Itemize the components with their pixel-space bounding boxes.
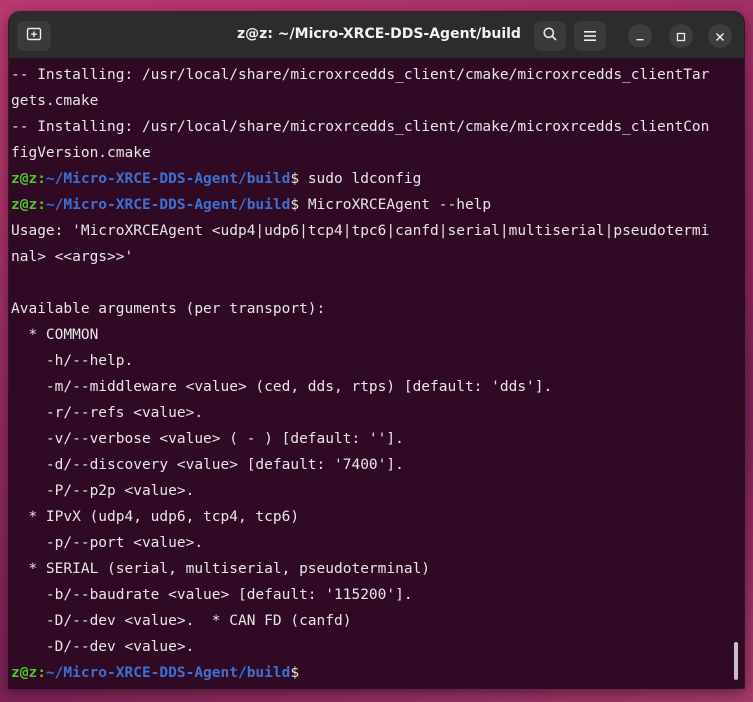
output-line: -b/--baudrate <value> [default: '115200'… bbox=[11, 587, 413, 603]
search-button[interactable] bbox=[534, 21, 566, 51]
output-line: -d/--discovery <value> [default: '7400']… bbox=[11, 457, 404, 473]
title-bar: z@z: ~/Micro-XRCE-DDS-Agent/build bbox=[9, 12, 744, 59]
output-line: figVersion.cmake bbox=[11, 145, 151, 161]
output-line: -- Installing: /usr/local/share/microxrc… bbox=[11, 67, 710, 83]
minimize-button[interactable] bbox=[628, 24, 652, 48]
prompt-line: z@z:~/Micro-XRCE-DDS-Agent/build$ bbox=[11, 660, 731, 686]
hamburger-menu-icon bbox=[583, 27, 597, 46]
output-line: -v/--verbose <value> ( - ) [default: '']… bbox=[11, 431, 404, 447]
maximize-button[interactable] bbox=[669, 24, 693, 48]
output-line: -p/--port <value>. bbox=[11, 535, 204, 551]
prompt-command: $ sudo ldconfig bbox=[290, 171, 422, 187]
output-line: -h/--help. bbox=[11, 353, 134, 369]
output-line: -m/--middleware <value> (ced, dds, rtps)… bbox=[11, 379, 553, 395]
output-line: -D/--dev <value>. bbox=[11, 639, 195, 655]
prompt-command: $ bbox=[290, 665, 308, 681]
output-line: nal> <<args>>' bbox=[11, 249, 134, 265]
output-line: -P/--p2p <value>. bbox=[11, 483, 195, 499]
prompt-user: z@z: bbox=[11, 171, 46, 187]
new-tab-icon bbox=[26, 26, 42, 46]
prompt-path: ~/Micro-XRCE-DDS-Agent/build bbox=[45, 171, 291, 187]
output-line: Available arguments (per transport): bbox=[11, 301, 326, 317]
output-line: * COMMON bbox=[11, 327, 99, 343]
prompt-path: ~/Micro-XRCE-DDS-Agent/build bbox=[45, 197, 291, 213]
output-line: Usage: 'MicroXRCEAgent <udp4|udp6|tcp4|t… bbox=[11, 223, 710, 239]
prompt-user: z@z: bbox=[11, 665, 46, 681]
output-line: -r/--refs <value>. bbox=[11, 405, 204, 421]
new-tab-button[interactable] bbox=[17, 21, 51, 51]
output-line: -- Installing: /usr/local/share/microxrc… bbox=[11, 119, 710, 135]
window-title: z@z: ~/Micro-XRCE-DDS-Agent/build bbox=[237, 26, 521, 42]
prompt-line: z@z:~/Micro-XRCE-DDS-Agent/build$ sudo l… bbox=[11, 166, 731, 192]
close-button[interactable] bbox=[708, 24, 732, 48]
scrollbar-thumb[interactable] bbox=[734, 642, 738, 680]
output-line: * SERIAL (serial, multiserial, pseudoter… bbox=[11, 561, 431, 577]
close-icon bbox=[715, 27, 725, 46]
minimize-icon bbox=[635, 27, 645, 46]
maximize-icon bbox=[676, 27, 686, 46]
terminal-window: z@z: ~/Micro-XRCE-DDS-Agent/build -- Ins… bbox=[9, 12, 744, 688]
output-line: -D/--dev <value>. * CAN FD (canfd) bbox=[11, 613, 352, 629]
prompt-user: z@z: bbox=[11, 197, 46, 213]
search-icon bbox=[542, 26, 558, 46]
prompt-path: ~/Micro-XRCE-DDS-Agent/build bbox=[45, 665, 291, 681]
output-line: * IPvX (udp4, udp6, tcp4, tcp6) bbox=[11, 509, 300, 525]
prompt-command: $ MicroXRCEAgent --help bbox=[290, 197, 492, 213]
output-line: gets.cmake bbox=[11, 93, 99, 109]
menu-button[interactable] bbox=[574, 21, 606, 51]
prompt-line: z@z:~/Micro-XRCE-DDS-Agent/build$ MicroX… bbox=[11, 192, 731, 218]
terminal-output[interactable]: -- Installing: /usr/local/share/microxrc… bbox=[11, 62, 731, 686]
